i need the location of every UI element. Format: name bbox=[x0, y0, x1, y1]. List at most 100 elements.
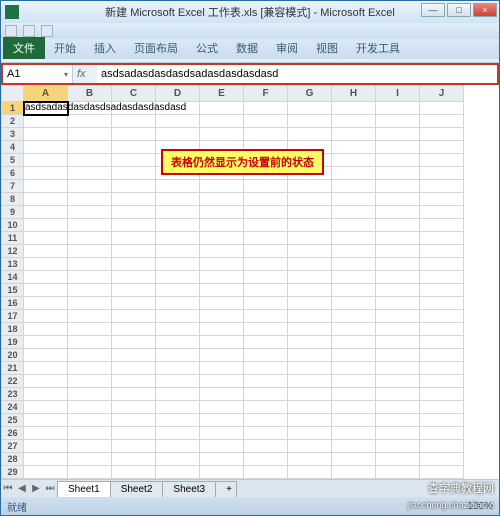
cell-H20[interactable] bbox=[332, 349, 376, 362]
cell-J17[interactable] bbox=[420, 310, 464, 323]
cell-J5[interactable] bbox=[420, 154, 464, 167]
cell-G28[interactable] bbox=[288, 453, 332, 466]
sheet-tab-2[interactable]: Sheet2 bbox=[110, 481, 164, 497]
cell-J30[interactable] bbox=[420, 479, 464, 480]
cell-I16[interactable] bbox=[376, 297, 420, 310]
cell-B8[interactable] bbox=[68, 193, 112, 206]
name-box-dropdown-icon[interactable]: ▾ bbox=[64, 70, 68, 79]
tab-data[interactable]: 数据 bbox=[227, 37, 267, 59]
cell-F26[interactable] bbox=[244, 427, 288, 440]
cell-A22[interactable] bbox=[24, 375, 68, 388]
cell-F27[interactable] bbox=[244, 440, 288, 453]
cell-C29[interactable] bbox=[112, 466, 156, 479]
cell-D12[interactable] bbox=[156, 245, 200, 258]
sheet-tab-add[interactable]: + bbox=[215, 481, 237, 497]
cell-C30[interactable] bbox=[112, 479, 156, 480]
col-header-E[interactable]: E bbox=[200, 86, 244, 102]
cell-H4[interactable] bbox=[332, 141, 376, 154]
cell-H14[interactable] bbox=[332, 271, 376, 284]
cell-I20[interactable] bbox=[376, 349, 420, 362]
cell-A2[interactable] bbox=[24, 115, 68, 128]
cell-I30[interactable] bbox=[376, 479, 420, 480]
cell-F21[interactable] bbox=[244, 362, 288, 375]
undo-icon[interactable] bbox=[23, 25, 35, 37]
cell-E13[interactable] bbox=[200, 258, 244, 271]
cell-I26[interactable] bbox=[376, 427, 420, 440]
cell-A29[interactable] bbox=[24, 466, 68, 479]
cell-C19[interactable] bbox=[112, 336, 156, 349]
tab-insert[interactable]: 插入 bbox=[85, 37, 125, 59]
cell-F11[interactable] bbox=[244, 232, 288, 245]
row-header-21[interactable]: 21 bbox=[2, 362, 24, 375]
cell-J20[interactable] bbox=[420, 349, 464, 362]
cell-F3[interactable] bbox=[244, 128, 288, 141]
row-header-14[interactable]: 14 bbox=[2, 271, 24, 284]
cell-A12[interactable] bbox=[24, 245, 68, 258]
cell-G1[interactable] bbox=[288, 102, 332, 115]
cell-B1[interactable] bbox=[68, 102, 112, 115]
cell-A5[interactable] bbox=[24, 154, 68, 167]
tab-home[interactable]: 开始 bbox=[45, 37, 85, 59]
cell-A26[interactable] bbox=[24, 427, 68, 440]
cell-E8[interactable] bbox=[200, 193, 244, 206]
tab-review[interactable]: 审阅 bbox=[267, 37, 307, 59]
cell-E1[interactable] bbox=[200, 102, 244, 115]
cell-E19[interactable] bbox=[200, 336, 244, 349]
cell-F8[interactable] bbox=[244, 193, 288, 206]
cell-G13[interactable] bbox=[288, 258, 332, 271]
cell-D19[interactable] bbox=[156, 336, 200, 349]
cell-A15[interactable] bbox=[24, 284, 68, 297]
cell-A8[interactable] bbox=[24, 193, 68, 206]
cell-E3[interactable] bbox=[200, 128, 244, 141]
cell-I6[interactable] bbox=[376, 167, 420, 180]
cell-I13[interactable] bbox=[376, 258, 420, 271]
cell-E26[interactable] bbox=[200, 427, 244, 440]
cell-G23[interactable] bbox=[288, 388, 332, 401]
cell-C28[interactable] bbox=[112, 453, 156, 466]
col-header-I[interactable]: I bbox=[376, 86, 420, 102]
cell-J1[interactable] bbox=[420, 102, 464, 115]
cell-B12[interactable] bbox=[68, 245, 112, 258]
sheet-tab-3[interactable]: Sheet3 bbox=[162, 481, 216, 497]
row-header-13[interactable]: 13 bbox=[2, 258, 24, 271]
cell-B9[interactable] bbox=[68, 206, 112, 219]
cell-F20[interactable] bbox=[244, 349, 288, 362]
cell-D8[interactable] bbox=[156, 193, 200, 206]
cell-C16[interactable] bbox=[112, 297, 156, 310]
row-header-15[interactable]: 15 bbox=[2, 284, 24, 297]
cell-A18[interactable] bbox=[24, 323, 68, 336]
cell-B30[interactable] bbox=[68, 479, 112, 480]
sheet-nav-first[interactable]: ⏮ bbox=[1, 483, 15, 494]
cell-C2[interactable] bbox=[112, 115, 156, 128]
cell-B23[interactable] bbox=[68, 388, 112, 401]
cell-H10[interactable] bbox=[332, 219, 376, 232]
cell-J26[interactable] bbox=[420, 427, 464, 440]
row-header-5[interactable]: 5 bbox=[2, 154, 24, 167]
cell-A1[interactable] bbox=[24, 102, 68, 115]
cell-A25[interactable] bbox=[24, 414, 68, 427]
cell-G21[interactable] bbox=[288, 362, 332, 375]
cell-E16[interactable] bbox=[200, 297, 244, 310]
row-header-30[interactable]: 30 bbox=[2, 479, 24, 480]
cell-J19[interactable] bbox=[420, 336, 464, 349]
cell-I8[interactable] bbox=[376, 193, 420, 206]
minimize-button[interactable]: — bbox=[421, 3, 445, 17]
cell-B10[interactable] bbox=[68, 219, 112, 232]
cell-H30[interactable] bbox=[332, 479, 376, 480]
cell-C27[interactable] bbox=[112, 440, 156, 453]
row-header-27[interactable]: 27 bbox=[2, 440, 24, 453]
cell-A30[interactable] bbox=[24, 479, 68, 480]
cell-B13[interactable] bbox=[68, 258, 112, 271]
col-header-D[interactable]: D bbox=[156, 86, 200, 102]
cell-F18[interactable] bbox=[244, 323, 288, 336]
cell-E27[interactable] bbox=[200, 440, 244, 453]
cell-C24[interactable] bbox=[112, 401, 156, 414]
cell-C12[interactable] bbox=[112, 245, 156, 258]
row-header-12[interactable]: 12 bbox=[2, 245, 24, 258]
cell-J9[interactable] bbox=[420, 206, 464, 219]
cell-A23[interactable] bbox=[24, 388, 68, 401]
cell-C22[interactable] bbox=[112, 375, 156, 388]
cell-D11[interactable] bbox=[156, 232, 200, 245]
cell-H16[interactable] bbox=[332, 297, 376, 310]
cell-E14[interactable] bbox=[200, 271, 244, 284]
